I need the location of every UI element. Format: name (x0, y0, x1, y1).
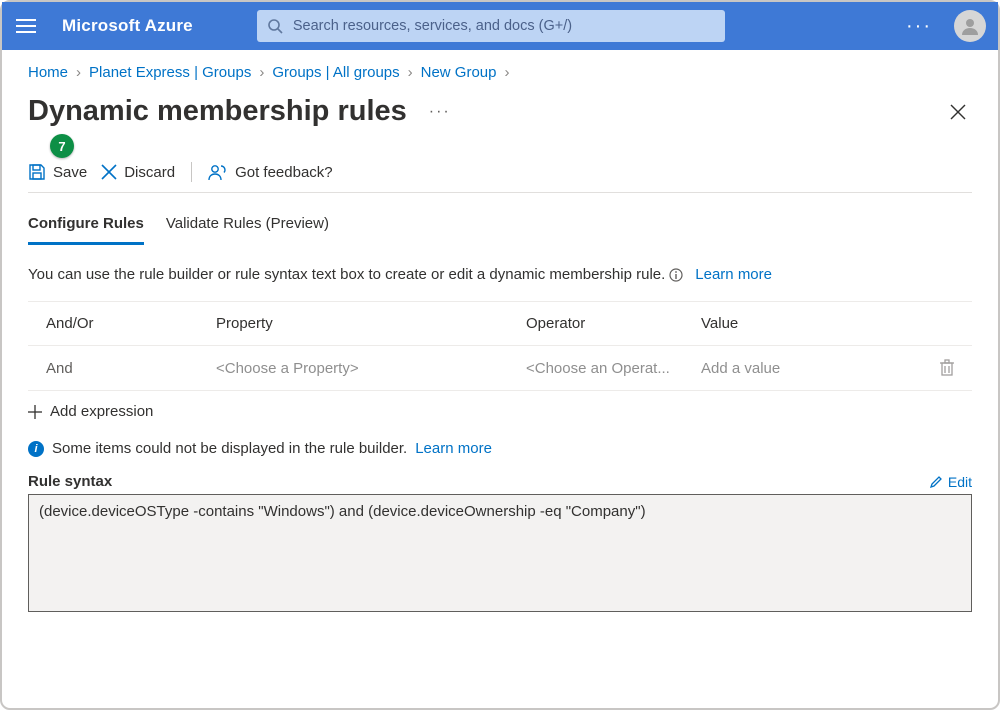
breadcrumb-home[interactable]: Home (28, 64, 68, 81)
menu-icon[interactable] (14, 14, 38, 38)
delete-row-button[interactable] (922, 359, 972, 377)
close-button[interactable] (944, 98, 972, 126)
chevron-right-icon: › (259, 64, 264, 81)
helper-text-row: You can use the rule builder or rule syn… (28, 266, 972, 283)
discard-button[interactable]: Discard (101, 164, 175, 181)
account-avatar[interactable] (954, 10, 986, 42)
cell-andor[interactable]: And (46, 360, 216, 377)
feedback-button[interactable]: Got feedback? (208, 163, 333, 181)
warning-line: i Some items could not be displayed in t… (28, 440, 972, 457)
page-title: Dynamic membership rules (28, 95, 407, 128)
search-box[interactable] (257, 10, 725, 42)
breadcrumb: Home › Planet Express | Groups › Groups … (28, 64, 972, 81)
cell-value[interactable]: Add a value (701, 360, 922, 377)
col-andor: And/Or (46, 315, 216, 332)
col-value: Value (701, 315, 922, 332)
cell-operator[interactable]: <Choose an Operat... (526, 360, 701, 377)
chevron-right-icon: › (505, 64, 510, 81)
rule-syntax-box[interactable]: (device.deviceOSType -contains "Windows"… (28, 494, 972, 612)
cell-property[interactable]: <Choose a Property> (216, 360, 526, 377)
person-icon (959, 15, 981, 37)
info-icon[interactable] (669, 268, 683, 282)
chevron-right-icon: › (408, 64, 413, 81)
save-label: Save (53, 164, 87, 181)
tab-configure-rules[interactable]: Configure Rules (28, 209, 144, 245)
rule-builder-table: And/Or Property Operator Value And <Choo… (28, 301, 972, 391)
warning-text: Some items could not be displayed in the… (52, 440, 407, 457)
add-expression-label: Add expression (50, 403, 153, 420)
info-filled-icon: i (28, 441, 44, 457)
col-operator: Operator (526, 315, 701, 332)
command-divider (191, 162, 192, 182)
learn-more-link[interactable]: Learn more (695, 266, 772, 283)
rule-syntax-content: (device.deviceOSType -contains "Windows"… (39, 503, 646, 520)
breadcrumb-item-1[interactable]: Planet Express | Groups (89, 64, 251, 81)
command-bar: 7 Save Discard Got feedback? (28, 162, 972, 193)
save-icon (28, 163, 46, 181)
tab-validate-rules[interactable]: Validate Rules (Preview) (166, 209, 329, 245)
add-expression-button[interactable]: Add expression (28, 403, 972, 420)
edit-label: Edit (948, 474, 972, 490)
rule-syntax-label: Rule syntax (28, 473, 112, 490)
overflow-menu-icon[interactable]: ··· (898, 15, 940, 38)
top-bar: Microsoft Azure ··· (2, 2, 998, 50)
close-icon (950, 104, 966, 120)
tabs: Configure Rules Validate Rules (Preview) (28, 209, 972, 246)
col-property: Property (216, 315, 526, 332)
discard-icon (101, 164, 117, 180)
chevron-right-icon: › (76, 64, 81, 81)
search-input[interactable] (293, 18, 715, 34)
table-row: And <Choose a Property> <Choose an Opera… (28, 346, 972, 390)
rule-syntax-header: Rule syntax Edit (28, 473, 972, 490)
discard-label: Discard (124, 164, 175, 181)
save-button[interactable]: Save (28, 163, 87, 181)
warning-learn-more-link[interactable]: Learn more (415, 440, 492, 457)
breadcrumb-item-3[interactable]: New Group (421, 64, 497, 81)
step-badge: 7 (50, 134, 74, 158)
search-icon (267, 18, 283, 34)
feedback-icon (208, 163, 228, 181)
breadcrumb-item-2[interactable]: Groups | All groups (272, 64, 399, 81)
trash-icon (939, 359, 955, 377)
pencil-icon (929, 475, 943, 489)
helper-text: You can use the rule builder or rule syn… (28, 266, 665, 283)
table-header: And/Or Property Operator Value (28, 302, 972, 346)
feedback-label: Got feedback? (235, 164, 333, 181)
edit-syntax-button[interactable]: Edit (929, 474, 972, 490)
title-overflow-icon[interactable]: ··· (429, 103, 451, 121)
title-bar: Dynamic membership rules ··· (28, 95, 972, 128)
plus-icon (28, 405, 42, 419)
brand-label[interactable]: Microsoft Azure (52, 16, 203, 36)
